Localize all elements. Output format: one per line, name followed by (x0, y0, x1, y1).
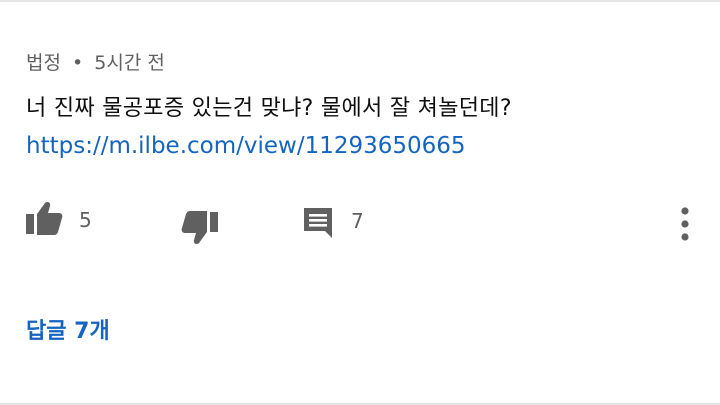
more-options-button[interactable] (670, 204, 700, 244)
view-replies-button[interactable]: 답글 7개 (26, 313, 110, 345)
thumbs-down-icon (181, 210, 219, 246)
comment-meta: 법정 • 5시간 전 (26, 48, 165, 75)
comment-link[interactable]: https://m.ilbe.com/view/11293650665 (26, 133, 466, 159)
comment-time: 5시간 전 (94, 52, 165, 74)
reply-count: 7 (351, 209, 364, 233)
like-button[interactable] (24, 198, 64, 238)
more-vertical-icon (680, 207, 690, 241)
author-name[interactable]: 법정 (26, 52, 61, 74)
comment-actions: 5 7 (0, 198, 720, 248)
like-count: 5 (79, 208, 92, 232)
meta-separator: • (72, 52, 84, 74)
dislike-button[interactable] (180, 208, 220, 248)
comment-text: 너 진짜 물공포증 있는건 맞냐? 물에서 잘 쳐놀던데? (26, 96, 512, 121)
thumbs-up-icon (25, 200, 63, 236)
comment-icon (301, 205, 335, 239)
comment-card: 법정 • 5시간 전 너 진짜 물공포증 있는건 맞냐? 물에서 잘 쳐놀던데?… (0, 0, 720, 405)
reply-button[interactable] (300, 204, 336, 240)
